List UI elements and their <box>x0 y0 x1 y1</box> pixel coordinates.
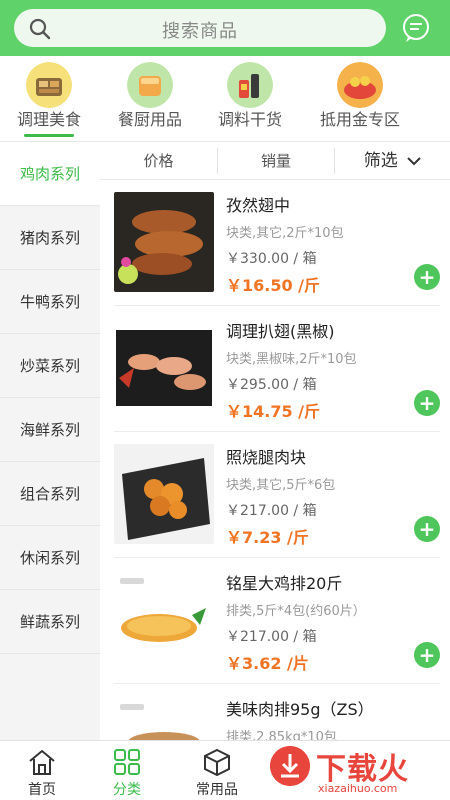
category-sidebar: 鸡肉系列 猪肉系列 牛鸭系列 炒菜系列 海鲜系列 组合系列 休闲系列 鲜蔬系列 <box>0 142 100 740</box>
unit-price: ￥3.62 /片 <box>226 654 309 673</box>
product-list: 孜然翅中 块类,其它,2斤*10包 ￥330.00 / 箱 ￥16.50 /斤 … <box>100 180 450 740</box>
unit-price: ￥16.50 /斤 <box>226 276 321 295</box>
product-item[interactable]: 美味肉排95g（ZS） 排类,2.85kg*10包 <box>114 684 440 740</box>
category-strip: 调理美食 餐厨用品 调料干货 抵用金专区 <box>0 56 450 142</box>
product-image <box>114 570 214 670</box>
watermark-logo: 下载火 xiazaihuo.com <box>262 740 450 800</box>
seasoning-icon <box>227 62 273 108</box>
product-name: 调理扒翅(黑椒) <box>226 322 335 341</box>
sort-bar: 价格 销量 筛选 <box>100 142 450 180</box>
download-icon <box>270 746 310 786</box>
sidebar-item-vegetable[interactable]: 鲜蔬系列 <box>0 590 100 654</box>
product-image <box>114 444 214 544</box>
product-spec: 排类,2.85kg*10包 <box>226 730 337 740</box>
product-item[interactable]: 调理扒翅(黑椒) 块类,黑椒味,2斤*10包 ￥295.00 / 箱 ￥14.7… <box>114 306 440 432</box>
sidebar-item-seafood[interactable]: 海鲜系列 <box>0 398 100 462</box>
chevron-down-icon <box>407 157 421 166</box>
watermark-url: xiazaihuo.com <box>318 782 398 795</box>
category-tab-cooked-food[interactable]: 调理美食 <box>0 56 98 142</box>
box-price: ￥217.00 / 箱 <box>226 503 317 519</box>
nav-frequent[interactable]: 常用品 <box>177 741 257 800</box>
search-bar[interactable]: 搜索商品 <box>14 9 386 47</box>
filter-button[interactable]: 筛选 <box>335 142 450 180</box>
nav-label: 首页 <box>28 782 56 798</box>
product-item[interactable]: 铭星大鸡排20斤 排类,5斤*4包(约60片） ￥217.00 / 箱 ￥3.6… <box>114 558 440 684</box>
product-spec: 块类,其它,5斤*6包 <box>226 478 336 493</box>
product-spec: 块类,黑椒味,2斤*10包 <box>226 352 357 367</box>
nav-label: 常用品 <box>196 782 238 798</box>
product-spec: 块类,其它,2斤*10包 <box>226 226 344 241</box>
product-name: 孜然翅中 <box>226 196 291 215</box>
home-icon <box>29 749 55 775</box>
sort-by-sales[interactable]: 销量 <box>218 142 334 180</box>
search-placeholder: 搜索商品 <box>162 21 238 42</box>
kitchenware-icon <box>127 62 173 108</box>
product-image <box>114 192 214 292</box>
category-label: 抵用金专区 <box>319 110 400 129</box>
message-icon[interactable] <box>400 12 432 44</box>
product-name: 美味肉排95g（ZS） <box>226 700 374 719</box>
voucher-zone-icon <box>337 62 383 108</box>
nav-home[interactable]: 首页 <box>2 741 82 800</box>
box-price: ￥217.00 / 箱 <box>226 629 317 645</box>
category-label: 调料干货 <box>217 110 282 129</box>
box-price: ￥330.00 / 箱 <box>226 251 317 267</box>
product-item[interactable]: 孜然翅中 块类,其它,2斤*10包 ￥330.00 / 箱 ￥16.50 /斤 … <box>114 180 440 306</box>
category-label: 餐厨用品 <box>117 110 182 129</box>
sidebar-item-snack[interactable]: 休闲系列 <box>0 526 100 590</box>
unit-price: ￥14.75 /斤 <box>226 402 321 421</box>
sidebar-item-beef-duck[interactable]: 牛鸭系列 <box>0 270 100 334</box>
sidebar-item-stir-fry[interactable]: 炒菜系列 <box>0 334 100 398</box>
box-price: ￥295.00 / 箱 <box>226 377 317 393</box>
sidebar-item-chicken[interactable]: 鸡肉系列 <box>0 142 100 206</box>
category-tab-kitchenware[interactable]: 餐厨用品 <box>100 56 200 142</box>
product-image <box>114 696 214 740</box>
product-image <box>114 318 214 418</box>
product-item[interactable]: 照烧腿肉块 块类,其它,5斤*6包 ￥217.00 / 箱 ￥7.23 /斤 + <box>114 432 440 558</box>
product-name: 照烧腿肉块 <box>226 448 307 467</box>
sort-by-price[interactable]: 价格 <box>100 142 217 180</box>
add-to-cart-button[interactable]: + <box>414 642 440 668</box>
filter-label: 筛选 <box>363 151 398 171</box>
nav-category[interactable]: 分类 <box>87 741 167 800</box>
grid-icon <box>114 749 140 775</box>
product-name: 铭星大鸡排20斤 <box>226 574 343 593</box>
top-header: 搜索商品 <box>0 0 450 56</box>
sidebar-item-combo[interactable]: 组合系列 <box>0 462 100 526</box>
sidebar-item-pork[interactable]: 猪肉系列 <box>0 206 100 270</box>
cooked-food-icon <box>26 62 72 108</box>
active-tab-indicator <box>24 134 74 137</box>
unit-price: ￥7.23 /斤 <box>226 528 309 547</box>
category-tab-seasoning[interactable]: 调料干货 <box>200 56 300 142</box>
nav-label: 分类 <box>113 782 141 798</box>
add-to-cart-button[interactable]: + <box>414 516 440 542</box>
product-spec: 排类,5斤*4包(约60片） <box>226 604 366 619</box>
add-to-cart-button[interactable]: + <box>414 390 440 416</box>
box-icon <box>204 748 230 777</box>
category-label: 调理美食 <box>16 110 81 129</box>
category-tab-voucher-zone[interactable]: 抵用金专区 <box>300 56 420 142</box>
add-to-cart-button[interactable]: + <box>414 264 440 290</box>
